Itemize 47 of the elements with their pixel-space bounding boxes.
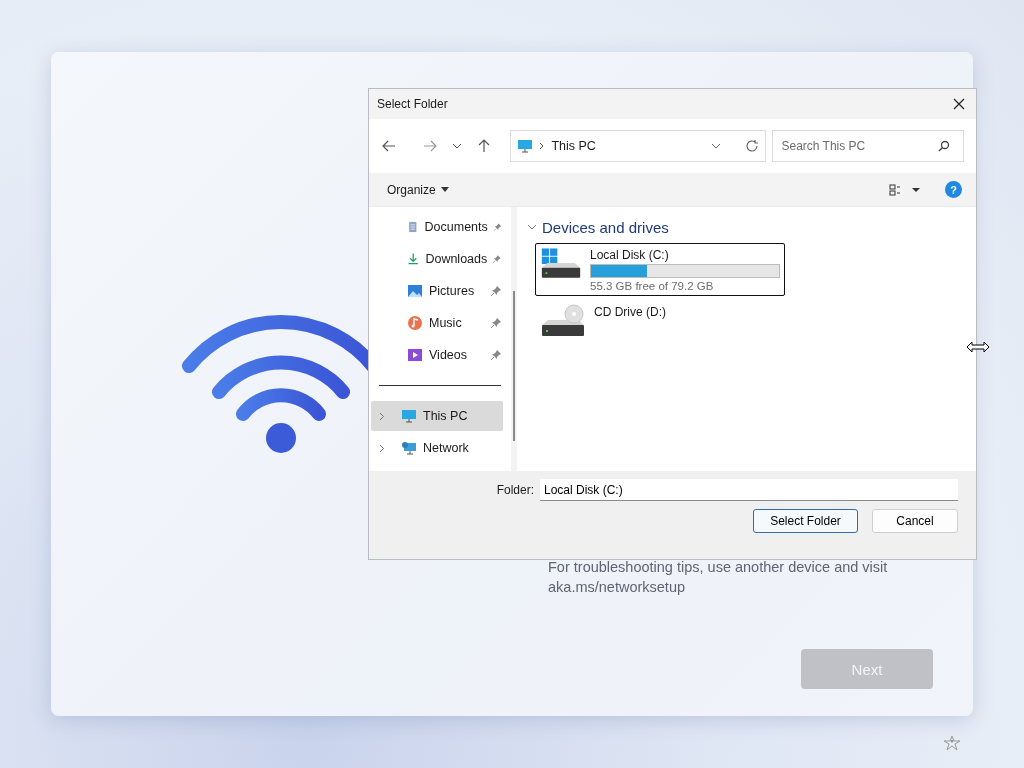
address-bar[interactable]: This PC [510,130,767,162]
navigation-item[interactable]: Network [371,433,503,463]
cd-drive-icon [540,303,586,339]
back-arrow-icon[interactable] [382,140,397,152]
up-arrow-icon[interactable] [478,139,490,153]
music-icon [407,315,423,331]
monitor-icon [401,408,417,424]
download-icon [407,251,420,267]
chevron-icon [539,142,546,150]
navigation-item[interactable]: Pictures [371,276,503,306]
dropdown-icon[interactable] [711,143,722,149]
dialog-title: Select Folder [377,97,448,111]
video-icon [407,347,423,363]
caret-icon [440,187,449,192]
scrollbar-thumb[interactable] [513,291,515,441]
drive-item[interactable]: CD Drive (D:) [535,300,785,353]
forward-arrow-icon[interactable] [423,140,438,152]
refresh-icon[interactable] [745,139,760,153]
navigation-item[interactable]: Music [371,308,503,338]
drive-item[interactable]: Local Disk (C:) 55.3 GB free of 79.2 GB [535,243,785,296]
picture-icon [407,283,423,299]
monitor-icon [517,138,534,154]
navigation-item[interactable]: This PC [371,401,503,431]
navigation-item[interactable]: Downloads [371,244,503,274]
network-icon [401,440,417,456]
drive-name: Local Disk (C:) [590,248,670,262]
navigation-item[interactable]: Videos [371,340,503,370]
free-space-text: 55.3 GB free of 79.2 GB [590,280,715,292]
cancel-button[interactable]: Cancel [872,509,958,533]
expand-icon[interactable] [379,443,385,453]
search-icon [938,140,950,152]
collapse-icon[interactable] [527,224,537,230]
drive-name: CD Drive (D:) [594,305,667,319]
navigation-item[interactable]: Documents [371,212,503,242]
organize-menu[interactable]: Organize [379,178,457,201]
help-button[interactable]: ? [945,181,962,198]
search-field[interactable]: Search This PC [772,130,964,162]
document-icon [407,219,419,235]
troubleshooting-tip: For troubleshooting tips, use another device and visit aka.ms/networksetup [548,558,889,597]
select-folder-button[interactable]: Select Folder [753,509,858,533]
expand-icon[interactable] [379,411,385,421]
folder-label: Folder: [496,483,534,497]
section-heading: Devices and drives [542,218,669,236]
close-icon[interactable] [953,98,965,110]
folder-field[interactable]: Local Disk (C:) [540,479,958,501]
location-text: This PC [551,139,597,153]
chevron-down-icon[interactable] [452,143,463,149]
